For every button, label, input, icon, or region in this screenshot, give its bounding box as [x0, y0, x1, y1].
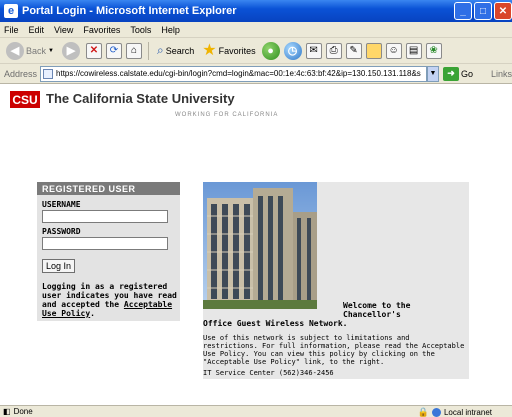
it-service-center: IT Service Center (562)346-2456	[203, 369, 334, 377]
username-field[interactable]	[42, 210, 168, 223]
favorites-label: Favorites	[218, 45, 256, 56]
username-label: USERNAME	[42, 200, 81, 209]
menu-favorites[interactable]: Favorites	[83, 25, 120, 35]
ie-logo-icon: e	[4, 4, 18, 18]
folder-icon[interactable]	[365, 42, 382, 59]
site-title: The California State University	[46, 91, 235, 106]
links-toolbar[interactable]: Links	[491, 69, 512, 79]
go-arrow-icon: ➜	[442, 66, 459, 81]
policy-text: Use of this network is subject to limita…	[203, 334, 465, 366]
back-button[interactable]: ◀ Back ▼	[4, 40, 56, 62]
status-bar: ◧ Done 🔒 Local intranet	[0, 405, 512, 417]
menu-file[interactable]: File	[4, 25, 19, 35]
go-label: Go	[460, 68, 473, 79]
page-content: CSU The California State University WORK…	[0, 85, 512, 403]
password-label: PASSWORD	[42, 227, 81, 236]
go-button[interactable]: ➜ Go	[442, 66, 473, 81]
lock-icon: 🔒	[417, 406, 429, 417]
login-panel-title: REGISTERED USER	[37, 182, 180, 195]
search-icon: ⌕	[156, 43, 164, 57]
site-header: CSU The California State University	[10, 91, 235, 108]
zone-label: Local intranet	[443, 407, 492, 417]
csu-logo[interactable]: CSU	[10, 91, 40, 108]
page-icon	[43, 68, 54, 79]
mail-icon[interactable]: ✉	[305, 42, 322, 59]
toolbar-divider	[147, 41, 149, 60]
login-notice: Logging in as a registered user indicate…	[42, 282, 177, 318]
stop-icon[interactable]: ✕	[85, 42, 102, 59]
page-status-icon: ◧	[3, 407, 11, 416]
media-icon[interactable]: ●	[261, 41, 280, 60]
edit-icon[interactable]: ✎	[345, 42, 362, 59]
search-label: Search	[165, 45, 195, 56]
window-controls: _ □ ✕	[454, 2, 512, 20]
login-notice-end: .	[90, 309, 95, 318]
menu-edit[interactable]: Edit	[29, 25, 45, 35]
home-icon[interactable]: ⌂	[125, 42, 142, 59]
intranet-icon	[431, 407, 441, 417]
research-icon[interactable]: ▤	[405, 42, 422, 59]
building-image	[203, 182, 317, 309]
address-input[interactable]: https://cowireless.calstate.edu/cgi-bin/…	[40, 65, 428, 82]
maximize-icon[interactable]: □	[474, 2, 492, 20]
menu-tools[interactable]: Tools	[130, 25, 151, 35]
address-url: https://cowireless.calstate.edu/cgi-bin/…	[56, 69, 421, 78]
toolbar: ◀ Back ▼ ▶ ✕ ⟳ ⌂ ⌕ Search ★ Favorites ● …	[0, 38, 512, 64]
menu-help[interactable]: Help	[161, 25, 180, 35]
title-bar: e Portal Login - Microsoft Internet Expl…	[0, 0, 512, 22]
security-zone: 🔒 Local intranet	[418, 406, 492, 417]
back-label: Back	[26, 45, 47, 56]
site-tagline: WORKING FOR CALIFORNIA	[175, 112, 279, 118]
minimize-icon[interactable]: _	[454, 2, 472, 20]
building-photo	[203, 182, 317, 309]
window-title: Portal Login - Microsoft Internet Explor…	[22, 5, 237, 17]
search-button[interactable]: ⌕ Search	[155, 40, 196, 62]
close-icon[interactable]: ✕	[494, 2, 512, 20]
address-bar: Address https://cowireless.calstate.edu/…	[0, 64, 512, 84]
forward-arrow-icon: ▶	[61, 41, 80, 60]
menu-bar: File Edit View Favorites Tools Help	[0, 22, 512, 38]
messenger-icon[interactable]: ☺	[385, 42, 402, 59]
status-text: Done	[13, 407, 33, 416]
favorites-button[interactable]: ★ Favorites	[200, 40, 257, 62]
extra-icon[interactable]: ❀	[425, 42, 442, 59]
refresh-icon[interactable]: ⟳	[105, 42, 122, 59]
back-arrow-icon: ◀	[6, 41, 24, 60]
welcome-line-1: Welcome to the Chancellor's	[343, 301, 411, 319]
address-dropdown-icon[interactable]: ▼	[427, 65, 439, 82]
info-panel: Welcome to the Chancellor's Office Guest…	[203, 182, 469, 379]
welcome-line-2: Office Guest Wireless Network.	[203, 319, 348, 328]
login-panel: REGISTERED USER USERNAME PASSWORD Log In…	[37, 182, 180, 321]
address-label: Address	[4, 68, 38, 79]
welcome-message: Welcome to the Chancellor's Office Guest…	[203, 301, 465, 328]
forward-button[interactable]: ▶	[60, 40, 82, 62]
password-field[interactable]	[42, 237, 168, 250]
print-icon[interactable]: ⎙	[325, 42, 342, 59]
history-icon[interactable]: ◷	[283, 41, 302, 60]
login-button[interactable]: Log In	[42, 259, 75, 273]
chevron-down-icon: ▼	[48, 47, 54, 54]
star-icon: ★	[202, 41, 217, 59]
menu-view[interactable]: View	[54, 25, 73, 35]
